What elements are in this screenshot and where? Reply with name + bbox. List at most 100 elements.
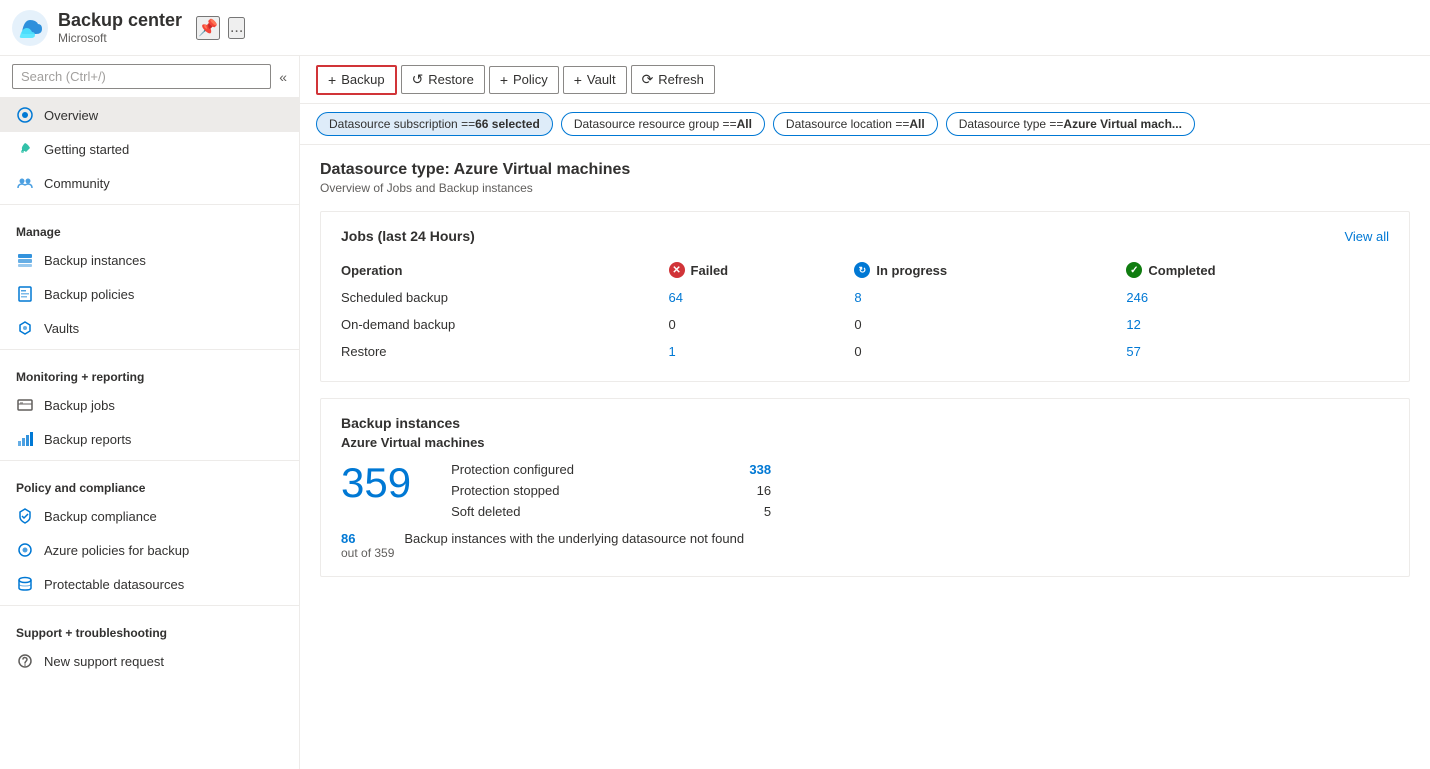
sidebar-item-backup-jobs-label: Backup jobs	[44, 398, 115, 413]
footer-link-number[interactable]: 86	[341, 531, 394, 546]
policy-plus-icon: +	[500, 72, 508, 88]
datasources-icon	[16, 575, 34, 593]
main-layout: « Overview Getting started Community Man…	[0, 56, 1430, 769]
protection-configured-value[interactable]: 338	[749, 462, 771, 477]
protection-stopped-value: 16	[757, 483, 771, 498]
restore-button[interactable]: ↺ Restore	[401, 65, 485, 94]
datasource-title: Datasource type: Azure Virtual machines	[320, 161, 1410, 179]
policies-icon	[16, 285, 34, 303]
refresh-button[interactable]: ⟳ Refresh	[631, 65, 715, 94]
soft-deleted-value: 5	[764, 504, 771, 519]
col-failed: ✕ Failed	[669, 256, 855, 284]
table-row: Restore 1 0 57	[341, 338, 1389, 365]
sidebar-item-backup-jobs[interactable]: Backup jobs	[0, 388, 299, 422]
failed-status-icon: ✕	[669, 262, 685, 278]
jobs-card-header: Jobs (last 24 Hours) View all	[341, 228, 1389, 244]
table-row: On-demand backup 0 0 12	[341, 311, 1389, 338]
detail-row-protection-stopped: Protection stopped 16	[451, 483, 771, 498]
search-input[interactable]	[12, 64, 271, 89]
sidebar-item-community[interactable]: Community	[0, 166, 299, 200]
in-progress-status-icon: ↻	[854, 262, 870, 278]
header: Backup center Microsoft 📌 ...	[0, 0, 1430, 56]
jobs-view-all-link[interactable]: View all	[1344, 229, 1389, 244]
instances-footer: 86 out of 359 Backup instances with the …	[341, 531, 1389, 560]
community-icon	[16, 174, 34, 192]
filter-chip-resource-group[interactable]: Datasource resource group == All	[561, 112, 765, 136]
support-icon	[16, 652, 34, 670]
nav-divider-manage	[0, 204, 299, 205]
main-content: + Backup ↺ Restore + Policy + Vault ⟳ Re…	[300, 56, 1430, 769]
rocket-icon	[16, 140, 34, 158]
sidebar-item-backup-reports[interactable]: Backup reports	[0, 422, 299, 456]
row3-operation: Restore	[341, 338, 669, 365]
row3-completed: 57	[1126, 338, 1389, 365]
filter-rg-value: All	[737, 117, 752, 131]
backup-button[interactable]: + Backup	[316, 65, 397, 95]
instances-vm-title: Azure Virtual machines	[341, 435, 1389, 450]
jobs-table: Operation ✕ Failed ↻ In progress	[341, 256, 1389, 365]
jobs-icon	[16, 396, 34, 414]
support-section-label: Support + troubleshooting	[0, 610, 299, 644]
azure-policy-icon	[16, 541, 34, 559]
instances-total-number: 359	[341, 462, 411, 504]
plus-icon: +	[328, 72, 336, 88]
sidebar-item-backup-compliance-label: Backup compliance	[44, 509, 157, 524]
content-area: Datasource type: Azure Virtual machines …	[300, 145, 1430, 769]
sidebar-item-backup-reports-label: Backup reports	[44, 432, 131, 447]
datasource-subtitle: Overview of Jobs and Backup instances	[320, 181, 1410, 195]
manage-section-label: Manage	[0, 209, 299, 243]
filter-type-label: Datasource type ==	[959, 117, 1064, 131]
instances-card-title: Backup instances	[341, 415, 1389, 431]
sidebar-item-getting-started-label: Getting started	[44, 142, 129, 157]
reports-icon	[16, 430, 34, 448]
sidebar-item-backup-instances[interactable]: Backup instances	[0, 243, 299, 277]
sidebar-item-vaults[interactable]: Vaults	[0, 311, 299, 345]
instances-content: 359 Protection configured 338 Protection…	[341, 462, 1389, 519]
app-title: Backup center	[58, 10, 182, 31]
nav-divider-monitoring	[0, 349, 299, 350]
row1-failed: 64	[669, 284, 855, 311]
filter-chip-datasource-type[interactable]: Datasource type == Azure Virtual mach...	[946, 112, 1195, 136]
protection-configured-label: Protection configured	[451, 462, 574, 477]
sidebar-item-backup-compliance[interactable]: Backup compliance	[0, 499, 299, 533]
sidebar-item-getting-started[interactable]: Getting started	[0, 132, 299, 166]
policy-button[interactable]: + Policy	[489, 66, 559, 94]
jobs-card-title: Jobs (last 24 Hours)	[341, 228, 475, 244]
footer-desc: Backup instances with the underlying dat…	[404, 531, 744, 546]
col-operation: Operation	[341, 256, 669, 284]
completed-status-icon: ✓	[1126, 262, 1142, 278]
sidebar-item-protectable-datasources[interactable]: Protectable datasources	[0, 567, 299, 601]
row3-failed: 1	[669, 338, 855, 365]
nav-divider-support	[0, 605, 299, 606]
overview-icon	[16, 106, 34, 124]
filter-chip-subscription[interactable]: Datasource subscription == 66 selected	[316, 112, 553, 136]
filter-chip-location[interactable]: Datasource location == All	[773, 112, 938, 136]
pin-button[interactable]: 📌	[196, 16, 220, 40]
app-icon	[12, 10, 48, 46]
row1-completed: 246	[1126, 284, 1389, 311]
sidebar-item-protectable-datasources-label: Protectable datasources	[44, 577, 184, 592]
refresh-icon: ⟳	[642, 71, 654, 88]
sidebar-item-new-support-request[interactable]: New support request	[0, 644, 299, 678]
row2-completed: 12	[1126, 311, 1389, 338]
sidebar-item-backup-policies[interactable]: Backup policies	[0, 277, 299, 311]
sidebar-item-overview[interactable]: Overview	[0, 98, 299, 132]
vaults-icon	[16, 319, 34, 337]
compliance-icon	[16, 507, 34, 525]
more-options-button[interactable]: ...	[228, 17, 245, 39]
footer-link-sub: out of 359	[341, 546, 394, 560]
detail-row-protection-configured: Protection configured 338	[451, 462, 771, 477]
vault-button[interactable]: + Vault	[563, 66, 627, 94]
restore-icon: ↺	[412, 71, 424, 88]
monitoring-section-label: Monitoring + reporting	[0, 354, 299, 388]
filter-bar: Datasource subscription == 66 selected D…	[300, 104, 1430, 145]
collapse-sidebar-button[interactable]: «	[279, 69, 287, 85]
row2-in-progress: 0	[854, 311, 1126, 338]
sidebar-item-vaults-label: Vaults	[44, 321, 79, 336]
soft-deleted-label: Soft deleted	[451, 504, 520, 519]
filter-subscription-label: Datasource subscription ==	[329, 117, 475, 131]
sidebar-item-azure-policies[interactable]: Azure policies for backup	[0, 533, 299, 567]
vault-plus-icon: +	[574, 72, 582, 88]
sidebar-item-community-label: Community	[44, 176, 110, 191]
footer-link-group: 86 out of 359	[341, 531, 394, 560]
